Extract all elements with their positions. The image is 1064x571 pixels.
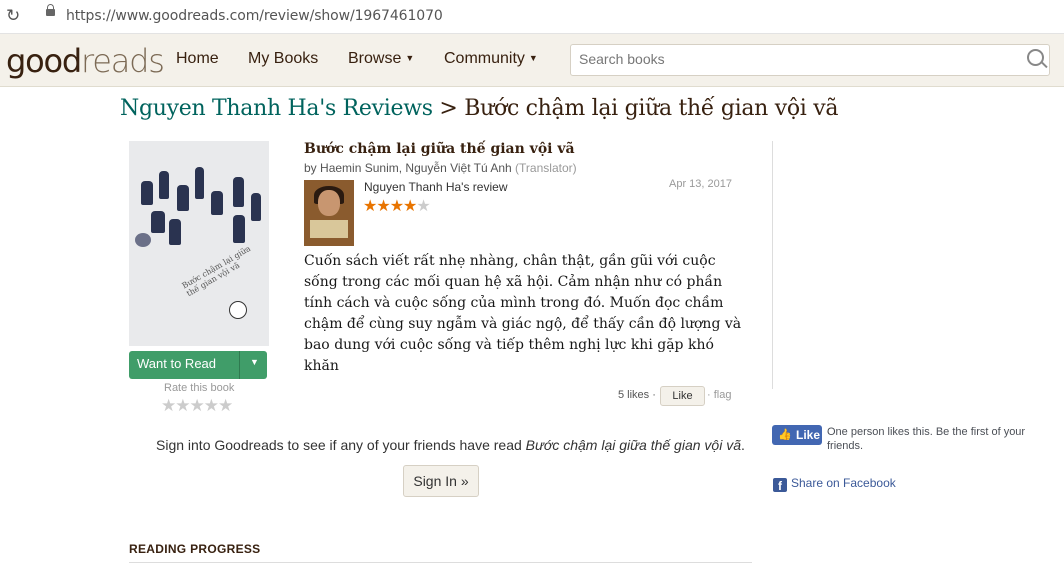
cover-figure [177, 185, 189, 211]
facebook-like-text: One person likes this. Be the first of y… [827, 426, 1026, 452]
title-book: Bước chậm lại giữa thế gian vội vã [464, 96, 839, 121]
caret-down-icon: ▼ [528, 53, 538, 63]
lock-icon [46, 4, 55, 16]
reading-progress-divider [129, 562, 752, 563]
shelf-dropdown-icon[interactable]: ▼ [250, 357, 259, 367]
signin-prefix: Sign into Goodreads to see if any of you… [156, 437, 526, 453]
nav-browse-label: Browse [348, 50, 402, 67]
nav-my-books[interactable]: My Books [248, 50, 318, 68]
cover-figure [169, 219, 181, 245]
goodreads-logo[interactable]: goodreads [6, 42, 165, 80]
sign-in-button[interactable]: Sign In » [403, 465, 479, 497]
cover-figure [211, 191, 223, 215]
share-on-facebook-link[interactable]: Share on Facebook [791, 476, 896, 490]
authors-link[interactable]: Haemin Sunim, Nguyễn Việt Tú Anh [320, 161, 512, 175]
reload-icon[interactable]: ↻ [6, 6, 20, 26]
want-to-read-divider [239, 351, 240, 379]
title-separator: > [432, 96, 465, 121]
cover-title-text: Bước chậm lại giữa thế gian vội vã [180, 243, 253, 299]
search-placeholder: Search books [579, 51, 665, 67]
signin-book-title: Bước chậm lại giữa thế gian vội vã [525, 437, 741, 453]
address-bar[interactable]: https://www.goodreads.com/review/show/19… [66, 8, 443, 24]
nav-community[interactable]: Community ▼ [444, 50, 538, 68]
user-reviews-link[interactable]: Nguyen Thanh Ha's Reviews [120, 96, 433, 121]
facebook-like-label: Like [796, 428, 821, 442]
logo-good: good [6, 42, 82, 80]
want-to-read-label: Want to Read [137, 356, 217, 371]
thumbs-up-icon: 👍 [778, 429, 792, 441]
signin-prompt: Sign into Goodreads to see if any of you… [156, 437, 745, 453]
cover-figure [195, 167, 204, 199]
cover-figure [141, 181, 153, 205]
nav-home[interactable]: Home [176, 50, 219, 68]
nav-browse[interactable]: Browse ▼ [348, 50, 414, 68]
flag-link[interactable]: · flag [707, 389, 731, 401]
rating-stars-empty: ★ [416, 198, 430, 215]
review-date[interactable]: Apr 13, 2017 [669, 178, 732, 190]
search-icon[interactable] [1027, 49, 1044, 66]
cover-figure [151, 211, 165, 233]
page-title: Nguyen Thanh Ha's Reviews > Bước chậm lạ… [120, 96, 838, 121]
column-divider [772, 141, 773, 389]
rate-this-book-label: Rate this book [164, 382, 235, 394]
book-cover[interactable]: Bước chậm lại giữa thế gian vội vã [129, 141, 269, 346]
cover-bicycle [135, 233, 151, 247]
nav-community-label: Community [444, 50, 525, 67]
logo-reads: reads [80, 42, 165, 80]
review-rating: ★★★★★ [363, 196, 431, 216]
rating-stars-filled: ★★★★ [363, 198, 417, 215]
translator-role: (Translator) [515, 161, 577, 175]
signin-suffix: . [740, 437, 745, 453]
reviewer-avatar[interactable] [304, 180, 354, 246]
likes-count[interactable]: 5 likes · [618, 389, 656, 401]
cover-figure [233, 177, 244, 207]
like-button[interactable]: Like [660, 386, 705, 406]
cover-badge [229, 301, 247, 319]
review-book-title[interactable]: Bước chậm lại giữa thế gian vội vã [304, 141, 575, 157]
reviewer-name[interactable]: Nguyen Thanh Ha's review [364, 180, 507, 194]
by-label: by [304, 161, 317, 175]
cover-figure [251, 193, 261, 221]
book-byline: by Haemin Sunim, Nguyễn Việt Tú Anh (Tra… [304, 161, 577, 175]
rate-stars[interactable]: ★★★★★ [161, 396, 233, 416]
review-body: Cuốn sách viết rất nhẹ nhàng, chân thật,… [304, 253, 742, 374]
reading-progress-heading: READING PROGRESS [129, 542, 261, 556]
avatar-book [310, 220, 348, 238]
cover-figure [159, 171, 169, 199]
cover-figure [233, 215, 245, 243]
avatar-face [318, 190, 340, 216]
caret-down-icon: ▼ [405, 53, 415, 63]
facebook-icon[interactable]: f [773, 478, 787, 493]
